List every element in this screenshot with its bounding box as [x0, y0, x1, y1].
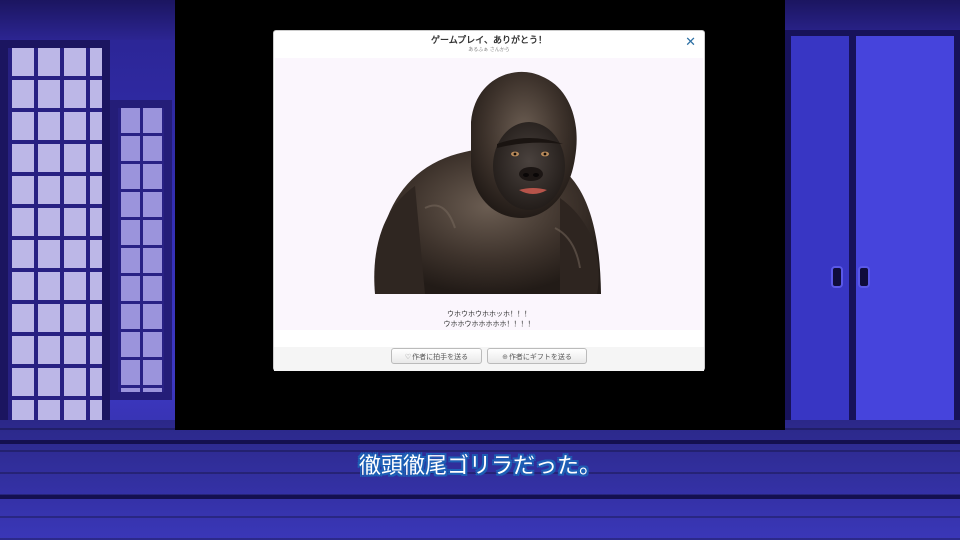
send-clap-button[interactable]: ♡作者に拍手を送る — [391, 348, 482, 364]
dialog-header: ゲームプレイ、ありがとう！ あるふぁ さんから — [274, 31, 704, 57]
tatami-floor — [0, 420, 960, 540]
send-gift-button[interactable]: ⊕作者にギフトを送る — [487, 348, 587, 364]
message-line-2: ウホホウホホホホホ！！！！ — [443, 320, 535, 328]
gorilla-photo — [374, 71, 601, 294]
thanks-image-area — [275, 58, 703, 330]
action-button-row: ♡作者に拍手を送る ⊕作者にギフトを送る — [274, 347, 704, 371]
close-icon[interactable]: ✕ — [685, 36, 696, 50]
author-label: あるふぁ さんから — [468, 47, 510, 53]
shoji-window — [0, 40, 110, 440]
gift-icon: ⊕ — [502, 353, 508, 361]
thanks-dialog: ゲームプレイ、ありがとう！ あるふぁ さんから ✕ ウホウホウホホッホ！！！ ウ… — [274, 31, 704, 371]
dialog-title: ゲームプレイ、ありがとう！ — [430, 36, 547, 46]
thanks-message: ウホウホウホホッホ！！！ ウホホウホホホホホ！！！！ — [274, 309, 704, 329]
subtitle-text: 徹頭徹尾ゴリラだった。 — [358, 454, 601, 479]
door-handle — [831, 266, 843, 288]
send-gift-label: 作者にギフトを送る — [508, 353, 572, 361]
message-line-1: ウホウホウホホッホ！！！ — [447, 310, 531, 318]
door-handle — [858, 266, 870, 288]
clap-icon: ♡ — [404, 353, 412, 361]
shoji-window-inner — [110, 100, 172, 400]
send-clap-label: 作者に拍手を送る — [412, 353, 469, 361]
